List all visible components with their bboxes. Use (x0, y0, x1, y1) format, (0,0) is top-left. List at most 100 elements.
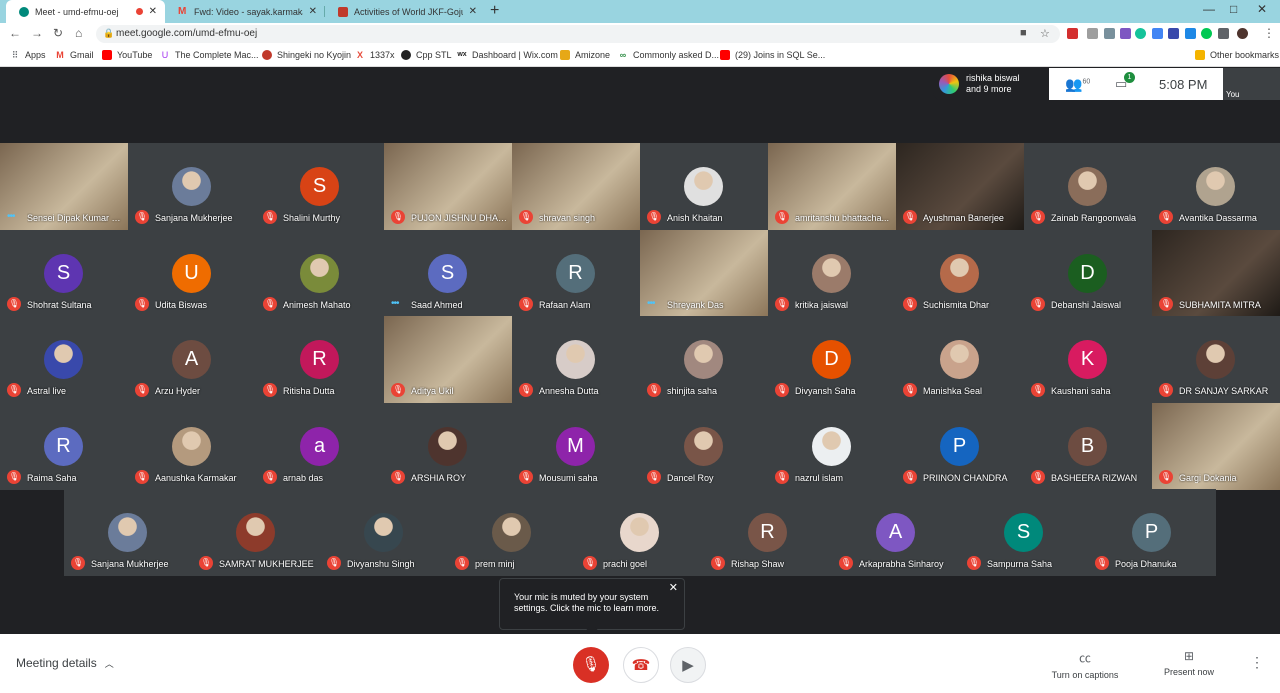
extension-tool-icon[interactable] (1087, 28, 1098, 39)
participant-tile[interactable]: 🎙 Ayushman Banerjee (896, 143, 1024, 230)
extension-grammarly-icon[interactable] (1135, 28, 1146, 39)
more-options-icon[interactable]: ⋮ (1250, 654, 1264, 671)
bookmark-1337x[interactable]: X 1337x (355, 50, 395, 60)
participant-tile[interactable]: U 🎙 Udita Biswas (128, 229, 256, 317)
participant-tile[interactable]: D 🎙 Debanshi Jaiswal (1024, 229, 1152, 317)
participant-tile[interactable]: R 🎙 Rishap Shaw (704, 489, 832, 576)
participant-tile[interactable]: B 🎙 BASHEERA RIZWAN (1024, 402, 1152, 490)
participant-tile[interactable]: S ••• Saad Ahmed (384, 229, 512, 317)
participant-tile[interactable]: 🎙 SUBHAMITA MITRA (1152, 229, 1280, 317)
participant-tile[interactable]: ••• Sensei Dipak Kumar S... (0, 143, 128, 230)
participant-tile[interactable]: A 🎙 Arkaprabha Sinharoy (832, 489, 960, 576)
participant-tile[interactable]: 🎙 PUJON JISHNU DHAR... (384, 143, 512, 230)
close-tab-icon[interactable]: ✕ (469, 6, 477, 17)
profile-avatar[interactable] (1237, 28, 1248, 39)
browser-menu-icon[interactable]: ⋮ (1263, 26, 1275, 40)
participant-tile[interactable]: S 🎙 Shohrat Sultana (0, 229, 128, 317)
minimize-button[interactable]: — (1203, 2, 1215, 16)
mic-toggle-button[interactable]: 🎙 (573, 647, 609, 683)
star-icon[interactable]: ☆ (1040, 27, 1050, 40)
participant-tile[interactable]: 🎙 Gargi Dokania (1152, 402, 1280, 490)
participant-tile[interactable]: 🎙 DR SANJAY SARKAR (1152, 316, 1280, 403)
participant-tile[interactable]: 🎙 Animesh Mahato (256, 229, 384, 317)
participant-tile[interactable]: S 🎙 Shalini Murthy (256, 143, 384, 230)
bookmark-youtube[interactable]: YouTube (102, 50, 152, 60)
close-tab-icon[interactable]: ✕ (149, 6, 157, 17)
url-text[interactable]: meet.google.com/umd-efmu-oej (116, 28, 257, 39)
camera-icon[interactable]: ■ (1020, 27, 1027, 39)
extension-tool-icon[interactable] (1104, 28, 1115, 39)
people-button[interactable]: 👥60 (1065, 76, 1090, 93)
leave-call-button[interactable]: ☎ (623, 647, 659, 683)
home-icon[interactable]: ⌂ (75, 26, 82, 40)
participant-tile[interactable]: D 🎙 Divyansh Saha (768, 316, 896, 403)
participant-tile[interactable]: 🎙 Manishka Seal (896, 316, 1024, 403)
bookmark-apps[interactable]: ⠿ Apps (10, 50, 46, 60)
tab-activities[interactable]: Activities of World JKF-Goju Kai ✕ (325, 0, 485, 23)
omnibox[interactable]: 🔒 meet.google.com/umd-efmu-oej ■ ☆ (96, 25, 1060, 43)
extension-tool-icon[interactable] (1201, 28, 1212, 39)
maximize-button[interactable]: □ (1230, 2, 1237, 16)
participant-tile[interactable]: 🎙 kritika jaiswal (768, 229, 896, 317)
participant-tile[interactable]: 🎙 ARSHIA ROY (384, 402, 512, 490)
participant-tile[interactable]: R 🎙 Raima Saha (0, 402, 128, 490)
participant-tile[interactable]: 🎙 Sanjana Mukherjee (64, 489, 192, 576)
other-bookmarks[interactable]: Other bookmarks (1195, 50, 1279, 60)
participant-tile[interactable]: 🎙 Divyanshu Singh (320, 489, 448, 576)
participant-tile[interactable]: 🎙 amritanshu bhattacha... (768, 143, 896, 230)
self-view-tile[interactable]: You (1223, 68, 1280, 100)
participant-tile[interactable]: M 🎙 Mousumi saha (512, 402, 640, 490)
extension-translate-icon[interactable] (1152, 28, 1163, 39)
extensions-puzzle-icon[interactable] (1218, 28, 1229, 39)
participant-tile[interactable]: 🎙 Zainab Rangoonwala (1024, 143, 1152, 230)
participant-tile[interactable]: K 🎙 Kaushani saha (1024, 316, 1152, 403)
participant-tile[interactable]: 🎙 Suchismita Dhar (896, 229, 1024, 317)
bookmark-cpp-stl[interactable]: Cpp STL (401, 50, 452, 60)
tab-gmail[interactable]: M Fwd: Video - sayak.karmakar29@ ✕ (165, 0, 325, 23)
participant-tile[interactable]: 🎙 Dancel Roy (640, 402, 768, 490)
close-icon[interactable]: ✕ (669, 583, 678, 594)
participant-tile[interactable]: 🎙 Aditya Ukil (384, 316, 512, 403)
new-tab-button[interactable]: + (490, 2, 499, 20)
participant-tile[interactable]: S 🎙 Sampurna Saha (960, 489, 1088, 576)
participant-tile[interactable]: P 🎙 PRIINON CHANDRA (896, 402, 1024, 490)
participant-tile[interactable]: 🎙 Sanjana Mukherjee (128, 143, 256, 230)
bookmark-sql-joins[interactable]: (29) Joins in SQL Se... (720, 50, 825, 60)
bookmark-wix[interactable]: wx Dashboard | Wix.com (457, 50, 558, 60)
participant-tile[interactable]: A 🎙 Arzu Hyder (128, 316, 256, 403)
extension-tool-icon[interactable] (1168, 28, 1179, 39)
back-arrow-icon[interactable]: ← (9, 26, 21, 40)
participant-tile[interactable]: 🎙 SAMRAT MUKHERJEE (192, 489, 320, 576)
meeting-details-button[interactable]: Meeting details ︿ (16, 656, 114, 670)
participant-tile[interactable]: P 🎙 Pooja Dhanuka (1088, 489, 1216, 576)
participant-tile[interactable]: a 🎙 arnab das (256, 402, 384, 490)
participant-tile[interactable]: ••• Shreyank Das (640, 229, 768, 317)
presenter-chip[interactable]: rishika biswal and 9 more (933, 68, 1049, 100)
participant-tile[interactable]: R 🎙 Ritisha Dutta (256, 316, 384, 403)
participant-tile[interactable]: 🎙 prachi goel (576, 489, 704, 576)
bookmark-amizone[interactable]: Amizone (560, 50, 610, 60)
camera-toggle-button[interactable]: ▶ (670, 647, 706, 683)
reload-icon[interactable]: ↻ (53, 26, 63, 40)
participant-tile[interactable]: 🎙 nazrul islam (768, 402, 896, 490)
bookmark-gfg[interactable]: ∞ Commonly asked D... (618, 50, 719, 60)
present-now-button[interactable]: ⊞ Present now (1158, 649, 1220, 677)
extension-tool-icon[interactable] (1120, 28, 1131, 39)
tab-meet[interactable]: Meet - umd-efmu-oej ✕ (6, 0, 165, 23)
captions-button[interactable]: ㏄ Turn on captions (1050, 649, 1120, 680)
participant-tile[interactable]: 🎙 Aanushka Karmakar (128, 402, 256, 490)
bookmark-shingeki[interactable]: Shingeki no Kyojin (262, 50, 351, 60)
participant-tile[interactable]: 🎙 prem minj (448, 489, 576, 576)
participant-tile[interactable]: R 🎙 Rafaan Alam (512, 229, 640, 317)
close-tab-icon[interactable]: ✕ (309, 6, 317, 17)
participant-tile[interactable]: 🎙 Astral live (0, 316, 128, 403)
participant-tile[interactable]: 🎙 shravan singh (512, 143, 640, 230)
close-window-button[interactable]: ✕ (1257, 2, 1267, 16)
participant-tile[interactable]: 🎙 shinjita saha (640, 316, 768, 403)
extension-np-icon[interactable] (1067, 28, 1078, 39)
bookmark-udemy[interactable]: U The Complete Mac... (160, 50, 259, 60)
lock-icon[interactable]: 🔒 (103, 28, 114, 39)
participant-tile[interactable]: 🎙 Anish Khaitan (640, 143, 768, 230)
participant-tile[interactable]: 🎙 Annesha Dutta (512, 316, 640, 403)
bookmark-gmail[interactable]: M Gmail (55, 50, 93, 60)
